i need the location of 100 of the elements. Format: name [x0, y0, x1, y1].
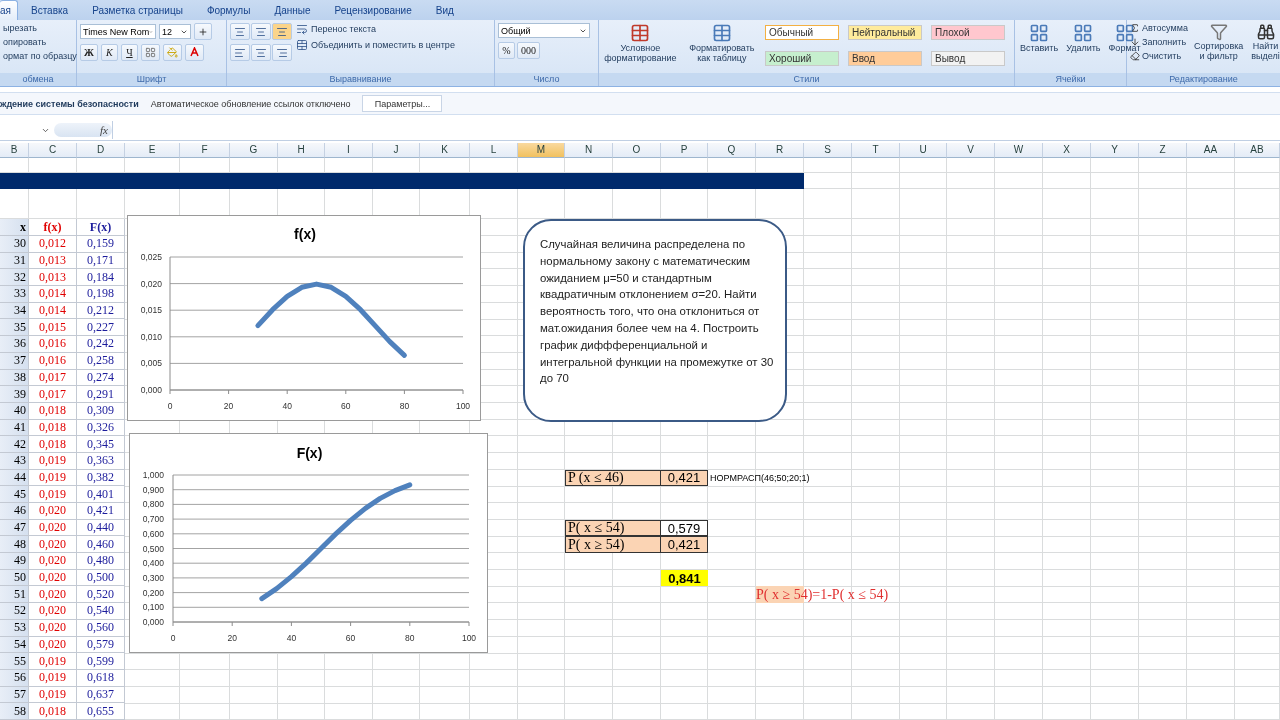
column-header[interactable]: D	[77, 143, 125, 158]
format-as-table-button[interactable]: Форматировать как таблицу	[682, 23, 761, 73]
table-cell: 0,291	[77, 386, 125, 403]
merge-center-button[interactable]: Объединить и поместить в центре	[311, 40, 455, 50]
ribbon-tab[interactable]: Формулы	[195, 0, 262, 20]
column-header[interactable]: L	[470, 143, 518, 158]
options-button[interactable]: Параметры...	[362, 95, 443, 112]
cell-style-option[interactable]: Вывод	[931, 50, 1005, 66]
x-tick-label: 20	[223, 401, 234, 411]
clipboard-command[interactable]: опировать	[3, 37, 77, 47]
align-bottom-icon	[276, 25, 288, 38]
column-header[interactable]: P	[661, 143, 708, 158]
column-header[interactable]: J	[373, 143, 420, 158]
table-cell: 0,520	[77, 586, 125, 604]
percent-button[interactable]: %	[498, 42, 515, 59]
bold-button[interactable]: Ж	[80, 44, 98, 61]
cell-style-option[interactable]: Обычный	[765, 25, 839, 40]
column-header[interactable]: K	[420, 143, 470, 158]
column-header[interactable]: B	[0, 143, 29, 158]
cell-style-option[interactable]: Ввод	[848, 50, 922, 66]
formula-note: НОРМРАСП(46;50;20;1)	[709, 471, 811, 485]
ribbon-tab[interactable]: Данные	[263, 0, 322, 20]
column-header[interactable]: C	[29, 143, 77, 158]
y-tick-label: 0,015	[140, 305, 162, 316]
column-header[interactable]: R	[756, 143, 804, 158]
column-header[interactable]: I	[325, 143, 373, 158]
x-tick-label: 0	[170, 632, 176, 643]
ribbon-tab[interactable]: Разметка страницы	[81, 0, 194, 20]
column-header[interactable]: N	[565, 143, 613, 158]
thousands-button[interactable]: 000	[517, 42, 540, 59]
column-header[interactable]: AA	[1187, 143, 1235, 158]
column-header[interactable]: Z	[1139, 143, 1187, 158]
font-size-field[interactable]: 12	[159, 24, 191, 39]
x-tick-label: 80	[405, 632, 415, 643]
borders-button[interactable]	[140, 44, 160, 61]
chart-area[interactable]: f(x) 0,000 0,005 0,010 0,015 0,020 0,025 0 20 40 60 80 100	[127, 215, 481, 421]
x-tick-label: 100	[455, 401, 471, 411]
cells-command-button[interactable]: Формат	[1106, 23, 1143, 73]
table-icon	[711, 23, 732, 43]
column-header[interactable]: E	[125, 143, 180, 158]
column-header[interactable]: H	[278, 143, 325, 158]
clipboard-command[interactable]: ормат по образцу	[3, 51, 77, 61]
column-header[interactable]: Q	[708, 143, 756, 158]
column-header[interactable]: X	[1043, 143, 1091, 158]
column-header[interactable]: W	[995, 143, 1043, 158]
align-bottom-button[interactable]	[272, 23, 292, 40]
column-header[interactable]: O	[613, 143, 661, 158]
insert-function-button[interactable]: fx	[54, 123, 112, 137]
y-tick-label: 0,000	[140, 385, 162, 395]
align-top-button[interactable]	[230, 23, 250, 40]
sort-filter-button[interactable]: Сортировка и фильтр	[1191, 23, 1246, 73]
merge-icon	[296, 39, 308, 51]
column-header[interactable]: M	[518, 143, 565, 158]
clipboard-command[interactable]: ырезать	[3, 23, 77, 33]
column-header[interactable]: S	[804, 143, 852, 158]
table-cell: 0,018	[29, 436, 77, 453]
font-color-button[interactable]	[184, 44, 204, 61]
italic-button[interactable]: К	[100, 44, 118, 61]
column-header[interactable]: F	[180, 143, 230, 158]
font-name-field[interactable]: Times New Rom	[80, 24, 156, 39]
column-header[interactable]: V	[947, 143, 995, 158]
grow-font-button[interactable]	[194, 23, 212, 40]
fill-color-button[interactable]	[162, 44, 182, 61]
column-header[interactable]: U	[900, 143, 947, 158]
y-tick-label: 0,700	[142, 513, 164, 524]
cell-style-option[interactable]: Плохой	[931, 25, 1005, 40]
chart-area[interactable]: F(x) 0,000 0,100 0,200 0,300 0,400 0,500 0,600 0,700 0,800 0,900 1,000 0 20 40 60 80 100	[129, 432, 488, 653]
font-color-icon	[188, 47, 200, 58]
align-left-button[interactable]	[230, 44, 250, 61]
ribbon-tab[interactable]: Рецензирование	[323, 0, 423, 20]
group-label: Шрифт	[77, 73, 226, 86]
editing-command[interactable]: Автосумма	[1142, 23, 1188, 33]
table-cell: 0,599	[77, 653, 125, 670]
column-header[interactable]: G	[230, 143, 278, 158]
align-center-button[interactable]	[251, 44, 271, 61]
editing-command[interactable]: Очистить	[1142, 51, 1182, 61]
table-cell: 0,017	[29, 386, 77, 403]
align-middle-button[interactable]	[251, 23, 271, 40]
ribbon-tab[interactable]: ая	[0, 0, 18, 20]
cell-style-option[interactable]: Хороший	[765, 50, 839, 66]
table-cell: 30	[0, 236, 29, 253]
wrap-text-button[interactable]: Перенос текста	[311, 24, 377, 34]
number-format-field[interactable]: Общий	[498, 23, 590, 38]
ribbon-tab[interactable]: Вставка	[20, 0, 80, 20]
cells-command-button[interactable]: Удалить	[1064, 23, 1103, 73]
column-header[interactable]: T	[852, 143, 900, 158]
ribbon-tab[interactable]: Вид	[424, 0, 465, 20]
cell-style-option[interactable]: Нейтральный	[848, 25, 922, 40]
table-cell: 49	[0, 553, 29, 570]
group-label: Стили	[599, 73, 1014, 86]
conditional-formatting-button[interactable]: Условное форматирование	[602, 23, 679, 73]
cells-command-button[interactable]: Вставить	[1018, 23, 1061, 73]
table-cell: 0,014	[29, 286, 77, 303]
editing-command[interactable]: Заполнить	[1142, 37, 1187, 47]
underline-button[interactable]: Ч	[120, 44, 138, 61]
column-header[interactable]: Y	[1091, 143, 1139, 158]
find-select-button[interactable]: Найти выделі	[1249, 23, 1280, 73]
x-tick-label: 60	[341, 401, 351, 411]
column-header[interactable]: AB	[1235, 143, 1280, 158]
align-right-button[interactable]	[272, 44, 292, 61]
